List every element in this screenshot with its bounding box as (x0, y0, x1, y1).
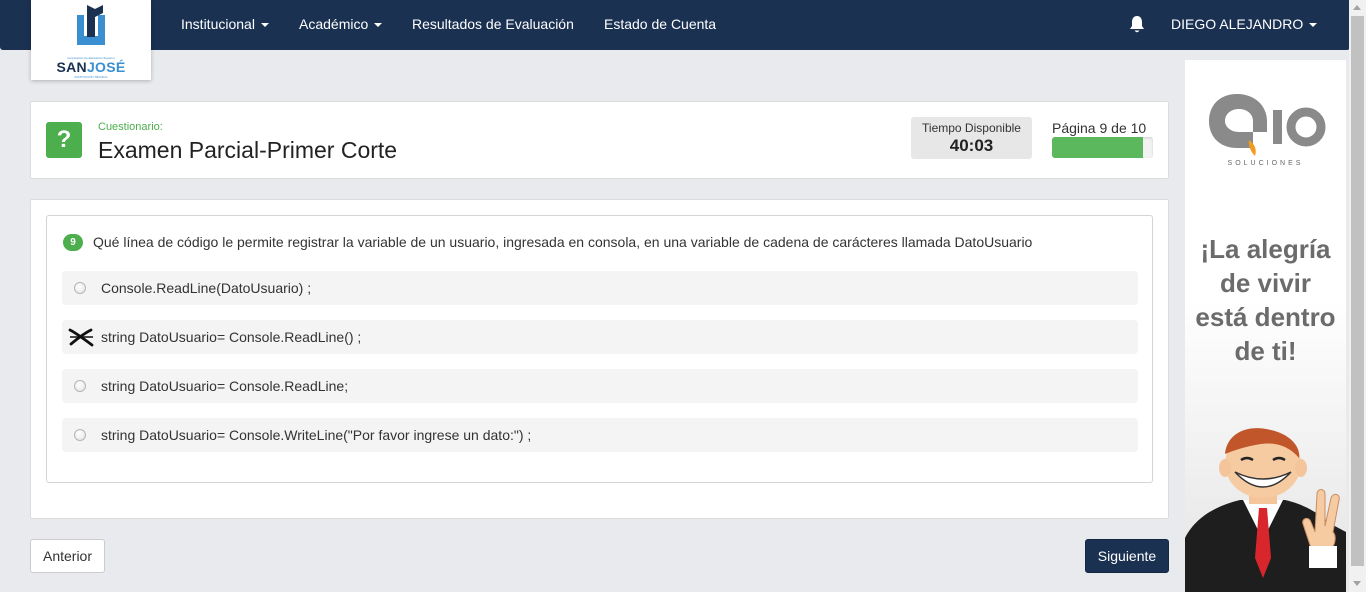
option-text: string DatoUsuario= Console.ReadLine() ; (101, 329, 362, 345)
progress-fill (1052, 137, 1143, 158)
progress-bar (1052, 137, 1153, 158)
nav-institucional[interactable]: Institucional (181, 16, 269, 32)
user-name: DIEGO ALEJANDRO (1171, 16, 1304, 32)
bell-icon[interactable] (1128, 15, 1146, 35)
logo-brand: SANJOSÉ (56, 59, 126, 75)
question-mark-icon: ? (46, 122, 82, 158)
ad-brand-sub: SOLUCIONES (1227, 160, 1304, 167)
page-title: Examen Parcial-Primer Corte (98, 137, 398, 163)
page-scrollbar[interactable] (1349, 0, 1366, 592)
answer-option-1[interactable]: Console.ReadLine(DatoUsuario) ; (62, 271, 1138, 305)
logo-subtag: INSTITUCIÓN TÉCNICA (74, 75, 108, 79)
institution-logo[interactable]: Corporación de Educación Superior SANJOS… (31, 0, 151, 80)
nav-estado-cuenta[interactable]: Estado de Cuenta (604, 16, 716, 32)
qio-logo-icon (1209, 94, 1326, 156)
question-text: Qué línea de código le permite registrar… (93, 234, 1033, 250)
exam-section-label: Cuestionario: (98, 121, 163, 133)
nav-institucional-label: Institucional (181, 16, 255, 32)
chevron-down-icon (1309, 23, 1318, 28)
nav-academico-label: Académico (299, 16, 369, 32)
answer-option-2[interactable]: string DatoUsuario= Console.ReadLine() ; (62, 320, 1138, 354)
nav-resultados-evaluacion[interactable]: Resultados de Evaluación (412, 16, 574, 32)
previous-button[interactable]: Anterior (30, 539, 105, 573)
scroll-up-arrow-icon[interactable] (1353, 5, 1361, 10)
page-indicator: Página 9 de 10 (1052, 120, 1147, 136)
exam-header-panel: ? Cuestionario: Examen Parcial-Primer Co… (30, 101, 1169, 179)
chevron-down-icon (374, 23, 383, 28)
timer-label: Tiempo Disponible (922, 121, 1021, 135)
question-panel: 9 Qué línea de código le permite registr… (30, 199, 1169, 519)
answer-option-3[interactable]: string DatoUsuario= Console.ReadLine; (62, 369, 1138, 403)
answer-option-4[interactable]: string DatoUsuario= Console.WriteLine("P… (62, 418, 1138, 452)
ad-banner[interactable]: SOLUCIONES ¡La alegría de vivir está den… (1185, 60, 1346, 592)
timer-box: Tiempo Disponible 40:03 (911, 117, 1032, 159)
option-text: string DatoUsuario= Console.WriteLine("P… (101, 427, 532, 443)
nav-academico[interactable]: Académico (299, 16, 383, 32)
radio-button[interactable] (74, 282, 86, 294)
top-navbar: Institucional Académico Resultados de Ev… (0, 0, 1350, 50)
option-text: Console.ReadLine(DatoUsuario) ; (101, 280, 312, 296)
option-text: string DatoUsuario= Console.ReadLine; (101, 378, 349, 394)
nav-resultados-label: Resultados de Evaluación (412, 16, 574, 32)
nav-estado-cuenta-label: Estado de Cuenta (604, 16, 717, 32)
timer-value: 40:03 (949, 136, 994, 155)
logo-mark-icon (77, 5, 105, 45)
scrollbar-thumb[interactable] (1351, 16, 1364, 566)
question-number-badge: 9 (63, 234, 83, 251)
cartoon-businessman-image (1185, 428, 1346, 592)
question-box: 9 Qué línea de código le permite registr… (46, 215, 1153, 483)
chevron-down-icon (260, 23, 269, 28)
user-menu[interactable]: DIEGO ALEJANDRO (1171, 16, 1318, 32)
x-mark-icon[interactable] (68, 327, 94, 347)
radio-button[interactable] (74, 429, 86, 441)
ad-slogan: ¡La alegría de vivir está dentro de ti! (1195, 234, 1336, 366)
next-button[interactable]: Siguiente (1085, 539, 1169, 573)
radio-button[interactable] (74, 380, 86, 392)
scroll-down-arrow-icon[interactable] (1353, 581, 1361, 586)
